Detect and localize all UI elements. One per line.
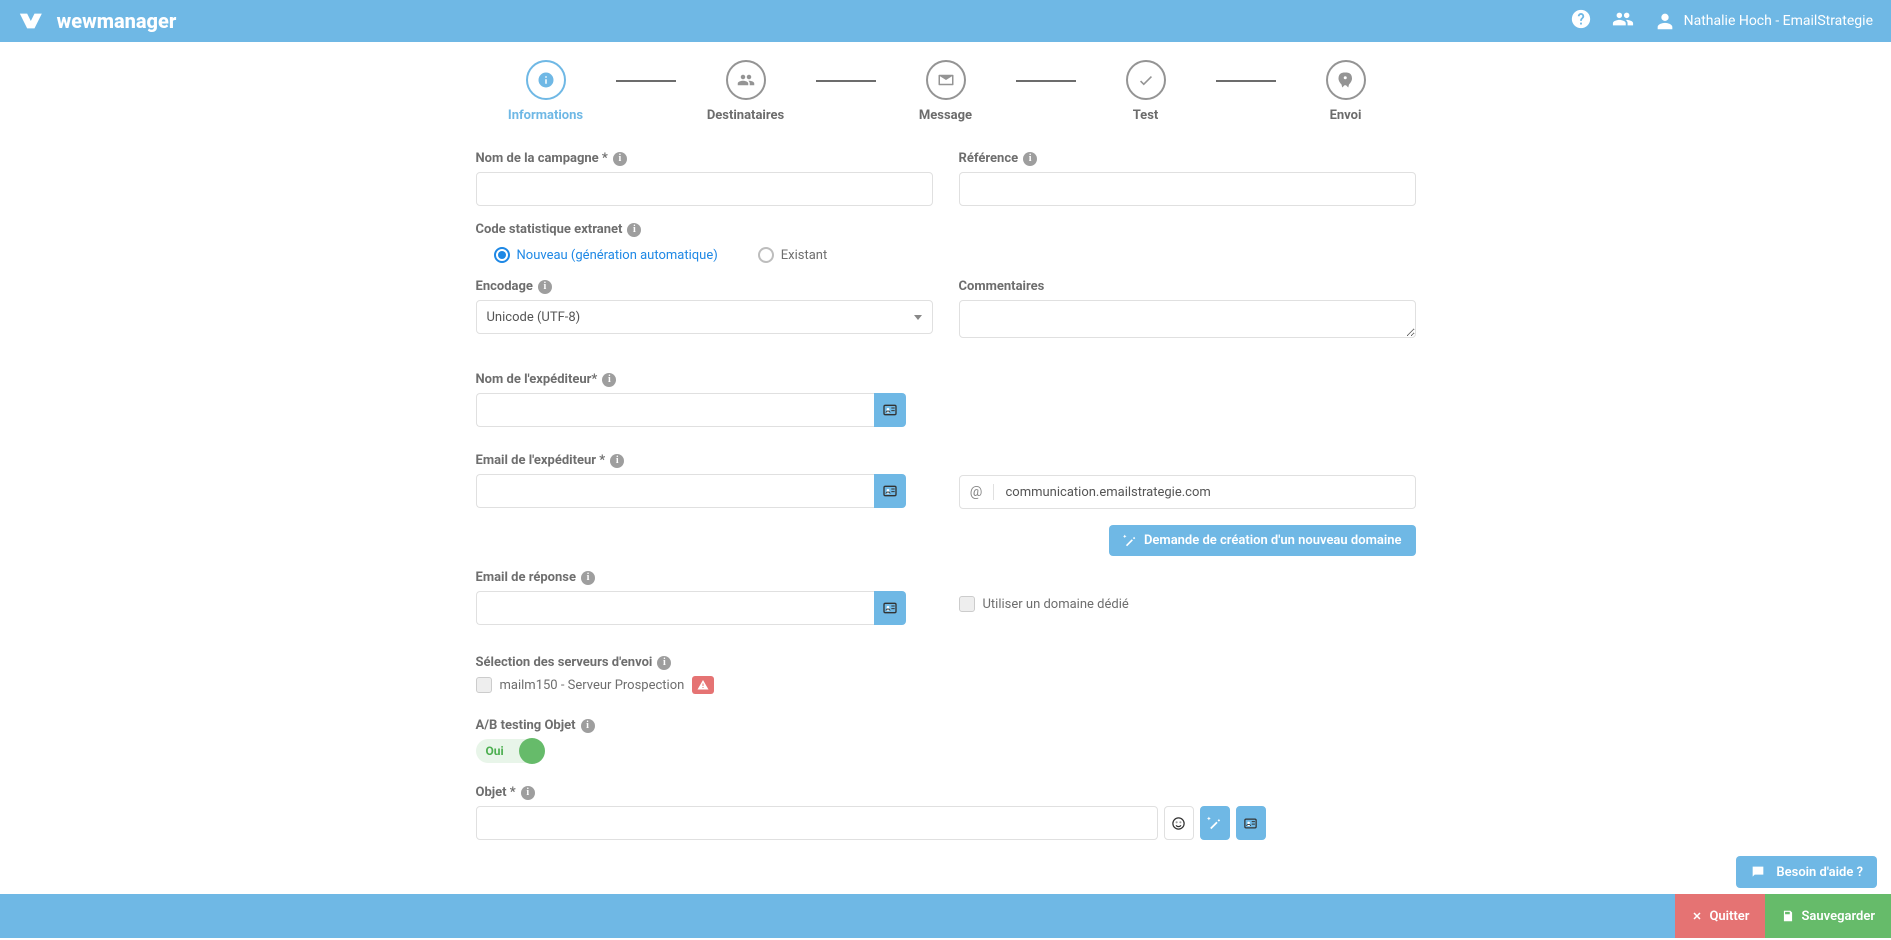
subject-magic-button[interactable] [1200, 806, 1230, 840]
info-icon[interactable]: i [538, 280, 552, 294]
stat-code-radio-new[interactable]: Nouveau (génération automatique) [494, 247, 718, 263]
comments-label: Commentaires [959, 279, 1045, 294]
campaign-name-label: Nom de la campagne * [476, 151, 608, 166]
chat-icon [1750, 864, 1766, 880]
sender-name-input[interactable] [476, 393, 875, 427]
user-name-label: Nathalie Hoch - EmailStrategie [1684, 13, 1873, 29]
dedicated-domain-label: Utiliser un domaine dédié [983, 597, 1129, 612]
help-icon[interactable] [1570, 8, 1592, 34]
app-logo[interactable]: wewmanager [18, 9, 176, 33]
comments-textarea[interactable] [959, 300, 1416, 338]
sender-name-picker-button[interactable] [874, 393, 905, 427]
sender-email-input[interactable] [476, 474, 875, 508]
sender-name-label: Nom de l'expéditeur* [476, 372, 598, 387]
info-icon[interactable]: i [613, 152, 627, 166]
reply-email-label: Email de réponse [476, 570, 577, 585]
server-item-label: mailm150 - Serveur Prospection [500, 678, 685, 693]
warning-icon[interactable] [692, 676, 714, 694]
person-icon [1654, 10, 1676, 32]
step-message[interactable]: Message [876, 60, 1016, 123]
step-informations[interactable]: Informations [476, 60, 616, 123]
ab-testing-toggle[interactable]: Oui [476, 739, 544, 763]
current-user[interactable]: Nathalie Hoch - EmailStrategie [1654, 10, 1873, 32]
quit-button[interactable]: Quitter [1675, 894, 1765, 938]
step-test[interactable]: Test [1076, 60, 1216, 123]
reference-input[interactable] [959, 172, 1416, 206]
sender-email-label: Email de l'expéditeur * [476, 453, 606, 468]
info-icon[interactable]: i [521, 786, 535, 800]
stat-code-label: Code statistique extranet [476, 222, 623, 237]
campaign-name-input[interactable] [476, 172, 933, 206]
encoding-label: Encodage [476, 279, 533, 294]
info-icon[interactable]: i [610, 454, 624, 468]
subject-label: Objet * [476, 785, 516, 800]
reply-email-input[interactable] [476, 591, 875, 625]
servers-label: Sélection des serveurs d'envoi [476, 655, 653, 670]
info-icon[interactable]: i [602, 373, 616, 387]
save-button[interactable]: Sauvegarder [1765, 894, 1891, 938]
users-icon[interactable] [1612, 8, 1634, 34]
at-symbol: @ [960, 484, 994, 500]
dedicated-domain-checkbox[interactable] [959, 596, 975, 612]
sender-email-picker-button[interactable] [874, 474, 905, 508]
encoding-select[interactable]: Unicode (UTF-8) [476, 300, 933, 334]
new-domain-request-button[interactable]: Demande de création d'un nouveau domaine [1109, 525, 1416, 556]
caret-down-icon [914, 315, 922, 320]
domain-select[interactable]: @ communication.emailstrategie.com [959, 475, 1416, 509]
subject-contact-button[interactable] [1236, 806, 1266, 840]
step-destinataires[interactable]: Destinataires [676, 60, 816, 123]
reply-email-picker-button[interactable] [874, 591, 905, 625]
ab-testing-label: A/B testing Objet [476, 718, 576, 733]
save-icon [1781, 909, 1795, 923]
info-icon[interactable]: i [581, 571, 595, 585]
info-icon[interactable]: i [657, 656, 671, 670]
info-icon[interactable]: i [581, 719, 595, 733]
footer-bar [0, 894, 1891, 938]
help-widget[interactable]: Besoin d'aide ? [1736, 856, 1877, 888]
wizard-stepper: Informations Destinataires Message Test … [0, 60, 1891, 123]
subject-input[interactable] [476, 806, 1158, 840]
step-envoi[interactable]: Envoi [1276, 60, 1416, 123]
info-icon[interactable]: i [627, 223, 641, 237]
emoji-button[interactable] [1164, 806, 1194, 840]
stat-code-radio-existing[interactable]: Existant [758, 247, 827, 263]
close-icon [1691, 910, 1703, 922]
reference-label: Référence [959, 151, 1019, 166]
server-checkbox[interactable] [476, 677, 492, 693]
top-bar: wewmanager Nathalie Hoch - EmailStrategi… [0, 0, 1891, 42]
info-icon[interactable]: i [1023, 152, 1037, 166]
